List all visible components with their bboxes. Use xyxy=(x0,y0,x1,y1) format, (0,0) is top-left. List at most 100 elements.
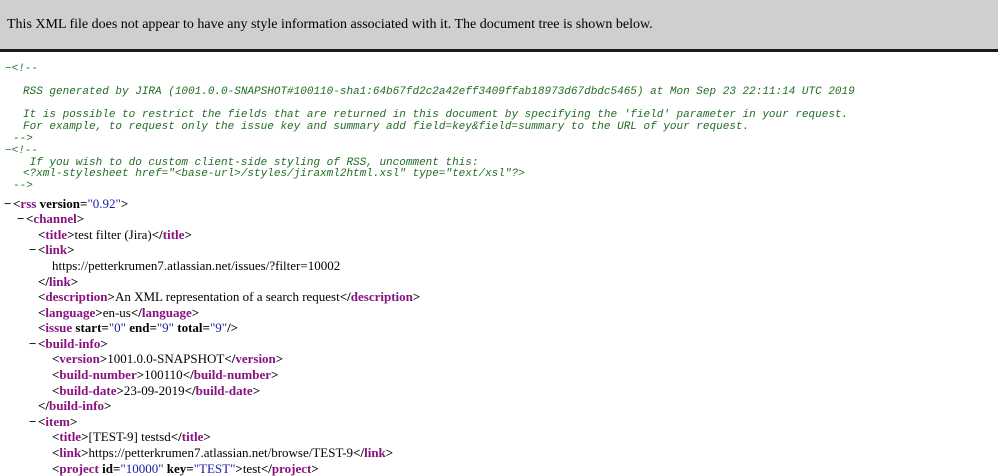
tag-name: project xyxy=(59,460,99,476)
tag-name: link xyxy=(59,445,82,461)
tag-name: version xyxy=(59,351,100,367)
bracket: </ xyxy=(151,226,163,242)
tag-name: description xyxy=(45,289,108,305)
tag-name: project xyxy=(271,460,312,476)
bracket: > xyxy=(311,460,319,476)
xml-node-language: <language>en-us</language> xyxy=(0,305,998,321)
text-node: https://petterkrumen7.atlassian.net/brow… xyxy=(88,445,354,461)
bracket: > xyxy=(120,195,129,211)
bracket: > xyxy=(275,351,284,367)
tag-name: build-number xyxy=(59,367,137,383)
tag-name: language xyxy=(141,304,192,320)
xml-node-build-date: <build-date>23-09-2019</build-date> xyxy=(0,383,998,399)
bracket: </ xyxy=(182,367,194,383)
comment-open: <!-- xyxy=(11,63,39,75)
tag-name: title xyxy=(181,429,204,445)
bracket: </ xyxy=(339,289,351,305)
attribute-name: version xyxy=(39,195,81,211)
bracket: > xyxy=(95,304,103,320)
xml-node-build-number: <build-number>100110</build-number> xyxy=(0,367,998,383)
xml-node-build-info: </build-info> xyxy=(0,398,998,414)
bracket: </ xyxy=(130,304,142,320)
text-node: 23-09-2019 xyxy=(123,382,185,398)
xml-document-tree: −<!-- RSS generated by JIRA (1001.0.0-SNA… xyxy=(0,63,998,476)
text-node: [TEST-9] testsd xyxy=(88,429,171,445)
tag-name: version xyxy=(235,351,276,367)
bracket: > xyxy=(191,304,200,320)
bracket: > xyxy=(116,382,124,398)
tag-name: title xyxy=(45,226,68,242)
bracket: </ xyxy=(170,429,182,445)
bracket: > xyxy=(67,226,75,242)
bracket: > xyxy=(100,335,108,351)
bracket: > xyxy=(252,382,261,398)
xml-comment: −<!-- If you wish to do custom client-si… xyxy=(0,145,998,192)
xml-node-version: <version>1001.0.0-SNAPSHOT</version> xyxy=(0,351,998,367)
text-node: test filter (Jira) xyxy=(74,226,152,242)
bracket: > xyxy=(103,398,112,414)
tag-name: link xyxy=(45,242,68,258)
attribute-name: start xyxy=(75,320,102,336)
xml-node-issue: <issue start="0" end="9" total="9"/> xyxy=(0,320,998,336)
comment-close-line: --> xyxy=(13,179,33,192)
bracket: </ xyxy=(260,460,272,476)
collapse-toggle-icon[interactable]: − xyxy=(29,336,36,352)
xml-node-link: <link>https://petterkrumen7.atlassian.ne… xyxy=(0,445,998,461)
tag-name: issue xyxy=(45,320,73,336)
text-node: 100110 xyxy=(144,367,183,383)
xml-node-text: https://petterkrumen7.atlassian.net/issu… xyxy=(0,258,998,274)
text-node: https://petterkrumen7.atlassian.net/issu… xyxy=(52,257,341,273)
xml-node-item: − <item> xyxy=(0,414,998,430)
equals: = xyxy=(101,320,109,336)
comment-text: <?xml-stylesheet href="<base-url>/styles… xyxy=(23,168,525,181)
tag-name: rss xyxy=(20,195,37,211)
comment-text: For example, to request only the issue k… xyxy=(23,120,750,133)
bracket: > xyxy=(385,445,394,461)
bracket: </ xyxy=(38,273,50,289)
collapse-toggle-icon[interactable]: − xyxy=(4,196,11,212)
tag-name: build-date xyxy=(59,382,117,398)
attribute-name: end xyxy=(129,320,150,336)
bracket: > xyxy=(271,367,279,383)
attribute-name: key xyxy=(166,460,187,476)
tag-name: title xyxy=(162,226,185,242)
bracket: > xyxy=(81,445,89,461)
equals: = xyxy=(149,320,157,336)
tag-name: build-info xyxy=(49,398,104,414)
bracket: </ xyxy=(224,351,236,367)
xml-comment: −<!-- RSS generated by JIRA (1001.0.0-SNA… xyxy=(0,63,998,145)
xml-node-description: <description>An XML representation of a … xyxy=(0,289,998,305)
comment-open-line: −<!-- xyxy=(0,63,998,76)
xml-node-build-info: − <build-info> xyxy=(0,336,998,352)
banner-text: This XML file does not appear to have an… xyxy=(7,16,653,32)
collapse-toggle-icon[interactable]: − xyxy=(17,211,24,227)
tag-name: build-info xyxy=(45,335,101,351)
attribute-value: 0.92 xyxy=(92,195,116,211)
bracket: > xyxy=(235,460,243,476)
xml-node-rss: − <rss version="0.92"> xyxy=(0,196,998,212)
bracket: > xyxy=(70,273,79,289)
bracket: > xyxy=(107,289,115,305)
collapse-toggle-icon[interactable]: − xyxy=(5,63,12,75)
text-node: 1001.0.0-SNAPSHOT xyxy=(107,351,225,367)
tag-name: description xyxy=(350,289,413,305)
xml-viewer-info-banner: This XML file does not appear to have an… xyxy=(0,0,998,52)
comment-open-line: −<!-- xyxy=(0,145,998,158)
attribute-value: 10000 xyxy=(125,460,159,476)
attribute-value: TEST xyxy=(199,460,231,476)
bracket: > xyxy=(203,429,211,445)
collapse-toggle-icon[interactable]: − xyxy=(29,414,36,430)
collapse-toggle-icon[interactable]: − xyxy=(29,242,36,258)
bracket: /> xyxy=(227,320,239,336)
collapse-toggle-icon[interactable]: − xyxy=(5,145,12,157)
tag-name: build-date xyxy=(195,382,253,398)
equals: = xyxy=(202,320,210,336)
text-node: test xyxy=(242,460,261,476)
xml-node-project: <project id="10000" key="TEST">test</pro… xyxy=(0,461,998,476)
comment-open: <!-- xyxy=(11,145,39,158)
xml-node-link: − <link> xyxy=(0,242,998,258)
comment-text: RSS generated by JIRA (1001.0.0-SNAPSHOT… xyxy=(23,86,855,99)
bracket: > xyxy=(67,242,75,258)
equals: = xyxy=(186,460,194,476)
tag-name: item xyxy=(45,413,70,429)
